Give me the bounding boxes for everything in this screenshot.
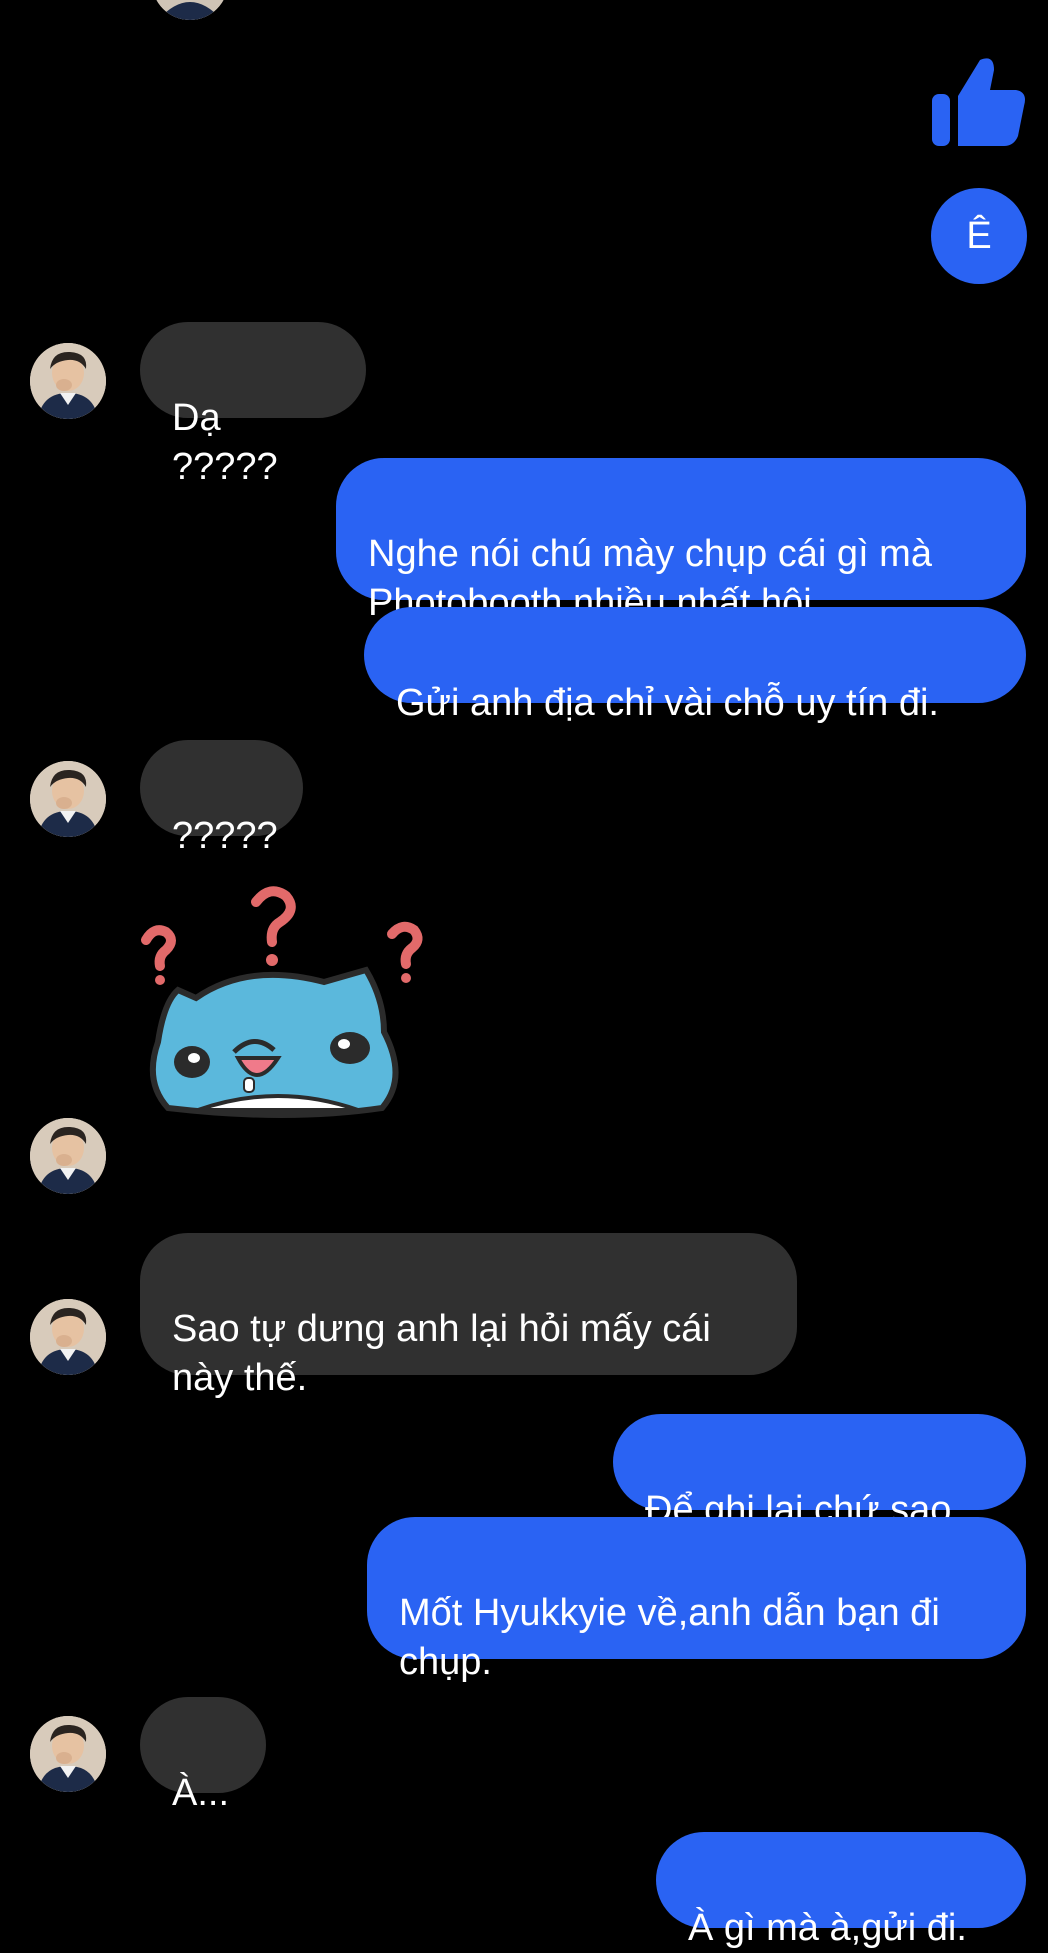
- outgoing-message-bubble[interactable]: À gì mà à,gửi đi.: [656, 1832, 1026, 1949]
- message-text: ?????: [172, 815, 278, 857]
- avatar-partial: [152, 0, 228, 20]
- message-text: À...: [172, 1772, 230, 1814]
- incoming-message-bubble[interactable]: À...: [140, 1697, 266, 1814]
- avatar[interactable]: [30, 1716, 106, 1792]
- incoming-message-bubble[interactable]: Sao tự dưng anh lại hỏi mấy cái này thế.: [140, 1233, 797, 1399]
- outgoing-message-bubble[interactable]: Gửi anh địa chỉ vài chỗ uy tín đi.: [364, 607, 1026, 724]
- outgoing-message-bubble[interactable]: Ê: [931, 188, 1027, 284]
- message-text: Mốt Hyukkyie về,anh dẫn bạn đi chụp.: [399, 1592, 940, 1683]
- message-text: Sao tự dưng anh lại hỏi mấy cái này thế.: [172, 1308, 711, 1399]
- message-text: Dạ ?????: [172, 397, 278, 488]
- incoming-message-bubble[interactable]: Dạ ?????: [140, 322, 366, 488]
- outgoing-message-bubble[interactable]: Nghe nói chú mày chụp cái gì mà Photoboo…: [336, 458, 1026, 624]
- outgoing-message-bubble[interactable]: Để ghi lại chứ sao.: [613, 1414, 1026, 1531]
- message-text: Gửi anh địa chỉ vài chỗ uy tín đi.: [396, 682, 939, 724]
- thumbs-up-icon[interactable]: [928, 52, 1028, 152]
- outgoing-message-bubble[interactable]: Mốt Hyukkyie về,anh dẫn bạn đi chụp.: [367, 1517, 1026, 1683]
- avatar[interactable]: [30, 1118, 106, 1194]
- avatar[interactable]: [30, 1299, 106, 1375]
- message-text: À gì mà à,gửi đi.: [688, 1907, 967, 1949]
- avatar[interactable]: [30, 343, 106, 419]
- avatar[interactable]: [30, 761, 106, 837]
- message-text: Ê: [966, 214, 992, 257]
- incoming-message-bubble[interactable]: ?????: [140, 740, 303, 857]
- blue-cat-question-sticker[interactable]: [138, 882, 448, 1182]
